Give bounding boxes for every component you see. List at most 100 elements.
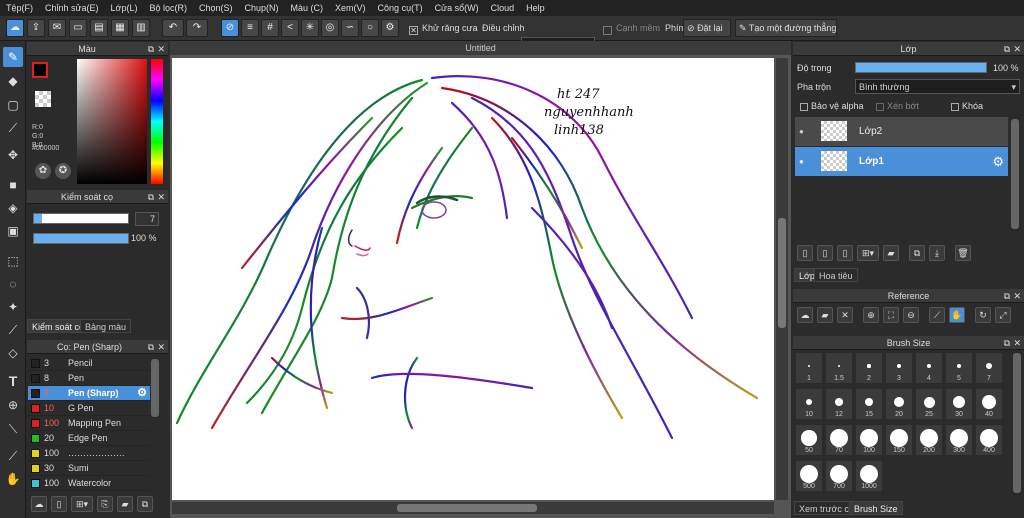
foreground-color[interactable] bbox=[32, 62, 48, 78]
parallel-snap-icon[interactable]: ≡ bbox=[241, 19, 259, 37]
layer-row-selected[interactable]: ● Lớp1 ⚙ bbox=[795, 147, 1008, 176]
layer-opacity-slider[interactable] bbox=[855, 62, 987, 73]
scrollbar-thumb[interactable] bbox=[1013, 353, 1021, 493]
close-icon[interactable]: ✕ bbox=[157, 42, 165, 56]
gear-icon[interactable]: ⚙ bbox=[137, 386, 147, 401]
scrollbar-thumb[interactable] bbox=[778, 218, 786, 328]
maximize-icon[interactable]: ⧉ bbox=[1004, 42, 1010, 56]
saturation-value-picker[interactable] bbox=[77, 59, 147, 184]
brush-item[interactable]: 30 Sumi bbox=[28, 461, 150, 476]
close-icon[interactable]: ✕ bbox=[157, 340, 165, 354]
comment-icon[interactable]: ▭ bbox=[69, 19, 87, 37]
export-icon[interactable]: ⇪ bbox=[27, 19, 45, 37]
palette-icon[interactable]: ✿ bbox=[35, 163, 51, 179]
pen-tool-icon[interactable]: ✎ bbox=[3, 47, 23, 67]
brush-item[interactable]: 8 Pen bbox=[28, 371, 150, 386]
brush-item[interactable]: 3 Pencil bbox=[28, 356, 150, 371]
vanish-point-icon[interactable]: < bbox=[281, 19, 299, 37]
brush-list-scrollbar[interactable] bbox=[150, 357, 160, 487]
brush-size-preset[interactable]: 25 bbox=[915, 388, 943, 420]
menu-item[interactable]: Tệp(F) bbox=[0, 3, 39, 13]
brush-tool-icon[interactable]: ⟋ bbox=[3, 118, 23, 138]
scrollbar-thumb[interactable] bbox=[397, 504, 537, 512]
layers-icon[interactable]: ▥ bbox=[132, 19, 150, 37]
eye-icon[interactable]: ● bbox=[799, 117, 804, 146]
new-layer-1bit-icon[interactable]: ▯ bbox=[837, 245, 853, 261]
brush-item[interactable]: 100 Mapping Pen bbox=[28, 416, 150, 431]
straight-line-button[interactable]: ✎ Tạo một đường thẳng bbox=[735, 19, 837, 37]
antialias-checkbox[interactable]: ✕ bbox=[409, 26, 418, 35]
settings-snap-icon[interactable]: ⚙ bbox=[381, 19, 399, 37]
brush-size-preset[interactable]: 50 bbox=[795, 424, 823, 456]
menu-item[interactable]: Help bbox=[520, 3, 551, 13]
brush-size-preset[interactable]: 15 bbox=[855, 388, 883, 420]
gradient-icon[interactable]: ▣ bbox=[3, 221, 23, 241]
close-icon[interactable]: ✕ bbox=[157, 190, 165, 204]
brush-size-preset[interactable]: 70 bbox=[825, 424, 853, 456]
curve-snap-icon[interactable]: ∽ bbox=[341, 19, 359, 37]
brush-size-preset[interactable]: 12 bbox=[825, 388, 853, 420]
scrollbar-thumb[interactable] bbox=[1011, 119, 1019, 229]
brush-size-preset[interactable]: 300 bbox=[945, 424, 973, 456]
maximize-icon[interactable]: ⧉ bbox=[148, 190, 154, 204]
close-icon[interactable]: ✕ bbox=[1013, 42, 1021, 56]
brush-size-preset[interactable]: 150 bbox=[885, 424, 913, 456]
hand-icon[interactable]: ✋ bbox=[949, 307, 965, 323]
select-pen-icon[interactable]: ⟋ bbox=[3, 320, 23, 340]
scrollbar-thumb[interactable] bbox=[151, 359, 159, 417]
maximize-icon[interactable]: ⧉ bbox=[1004, 289, 1010, 303]
brush-size-value[interactable]: 7 bbox=[135, 212, 159, 226]
close-icon[interactable]: ✕ bbox=[1013, 336, 1021, 350]
rotate-icon[interactable]: ↻ bbox=[975, 307, 991, 323]
cloud-brush-icon[interactable]: ☁ bbox=[31, 496, 47, 512]
blend-mode-select[interactable]: Bình thường ▾ bbox=[855, 79, 1020, 94]
brush-size-preset[interactable]: 100 bbox=[855, 424, 883, 456]
color-wheel-icon[interactable]: ✪ bbox=[55, 163, 71, 179]
brush-size-preset[interactable]: 7 bbox=[975, 352, 1003, 384]
eraser-tool-icon[interactable]: ◆ bbox=[3, 71, 23, 91]
eye-icon[interactable]: ● bbox=[799, 147, 804, 176]
menu-item[interactable]: Chọn(S) bbox=[193, 3, 239, 13]
open-folder-icon[interactable]: ▰ bbox=[817, 307, 833, 323]
new-layer-icon[interactable]: ▯ bbox=[797, 245, 813, 261]
menu-item[interactable]: Công cụ(T) bbox=[372, 3, 429, 13]
grid-icon[interactable]: ▦ bbox=[111, 19, 129, 37]
menu-item[interactable]: Cửa sổ(W) bbox=[429, 3, 485, 13]
brush-size-slider[interactable] bbox=[33, 213, 129, 224]
brush-size-preset[interactable]: 2 bbox=[855, 352, 883, 384]
brush-size-preset[interactable]: 40 bbox=[975, 388, 1003, 420]
brush-size-preset[interactable]: 30 bbox=[945, 388, 973, 420]
brush-opacity-slider[interactable] bbox=[33, 233, 129, 244]
hue-slider[interactable] bbox=[151, 59, 163, 184]
concentric-snap-icon[interactable]: ◎ bbox=[321, 19, 339, 37]
brush-size-preset[interactable]: 1 bbox=[795, 352, 823, 384]
crisscross-snap-icon[interactable]: # bbox=[261, 19, 279, 37]
maximize-icon[interactable]: ⧉ bbox=[148, 42, 154, 56]
undo-icon[interactable]: ↶ bbox=[162, 19, 184, 37]
bucket-fill-icon[interactable]: ◈ bbox=[3, 198, 23, 218]
reset-button[interactable]: ⊘ Đặt lại bbox=[683, 19, 731, 37]
transparent-color[interactable] bbox=[35, 91, 51, 107]
fit-icon[interactable]: ⛶ bbox=[883, 307, 899, 323]
vertical-scrollbar[interactable] bbox=[776, 58, 788, 500]
protect-alpha-checkbox[interactable]: Bảo vệ alpha bbox=[800, 101, 864, 111]
brush-size-preset[interactable]: 400 bbox=[975, 424, 1003, 456]
panel-icon[interactable]: ▤ bbox=[90, 19, 108, 37]
brush-item[interactable]: 100 ………………. bbox=[28, 446, 150, 461]
new-brush-icon[interactable]: ▯ bbox=[51, 496, 67, 512]
brush-size-preset[interactable]: 20 bbox=[885, 388, 913, 420]
brush-size-preset[interactable]: 1000 bbox=[855, 460, 883, 492]
brush-size-preset[interactable]: 200 bbox=[915, 424, 943, 456]
canvas-tab[interactable]: Untitled bbox=[170, 41, 791, 55]
tab-brush-size[interactable]: Brush Size bbox=[849, 501, 903, 515]
marquee-icon[interactable]: ⬚ bbox=[3, 251, 23, 271]
maximize-icon[interactable]: ⧉ bbox=[148, 340, 154, 354]
menu-item[interactable]: Bộ lọc(R) bbox=[143, 3, 193, 13]
eyedropper-icon[interactable]: ⟋ bbox=[929, 307, 945, 323]
brush-size-preset[interactable]: 5 bbox=[945, 352, 973, 384]
trash-icon[interactable]: 🗑 bbox=[955, 245, 971, 261]
gear-icon[interactable]: ⚙ bbox=[992, 147, 1004, 176]
cloud-icon[interactable]: ☁ bbox=[797, 307, 813, 323]
divide-icon[interactable]: ⊕ bbox=[3, 395, 23, 415]
duplicate-icon[interactable]: ⧉ bbox=[137, 496, 153, 512]
